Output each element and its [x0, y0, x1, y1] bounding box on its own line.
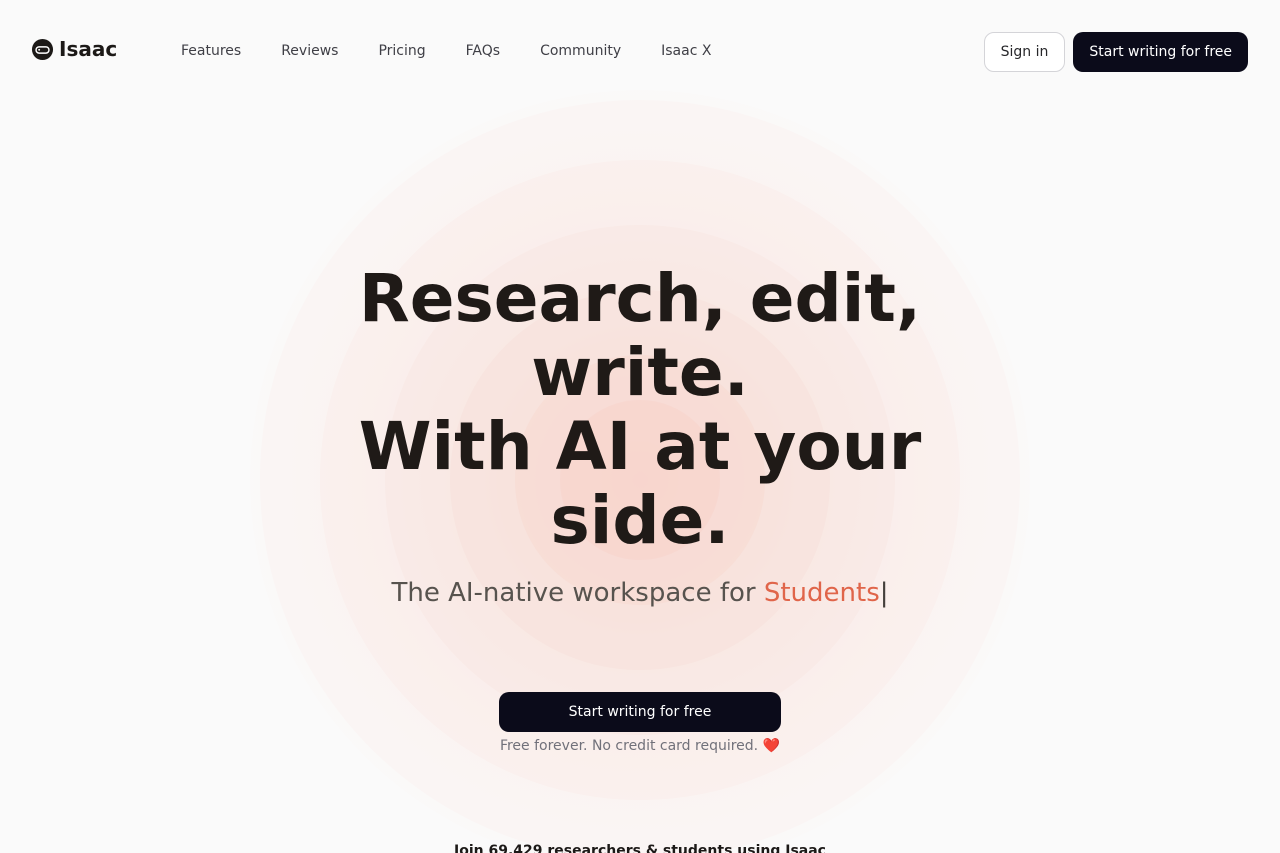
- sign-in-button[interactable]: Sign in: [983, 32, 1066, 72]
- typing-cursor: |: [879, 578, 889, 608]
- subtitle-highlight: Students: [763, 578, 880, 608]
- header-actions: Sign in Start writing for free: [983, 32, 1248, 72]
- headline-line: With AI at your: [358, 408, 922, 485]
- free-note-text: Free forever. No credit card required.: [499, 738, 759, 754]
- hero-headline: Research, edit, write. With AI at your s…: [340, 262, 940, 558]
- nav-faqs[interactable]: FAQs: [446, 41, 520, 61]
- hero-subtitle: The AI-native workspace for Students|: [0, 578, 1280, 608]
- nav-isaac-x[interactable]: Isaac X: [641, 41, 731, 61]
- isaac-robot-face-icon: [31, 38, 54, 60]
- free-note: Free forever. No credit card required. ❤…: [0, 738, 1280, 754]
- main-nav: Features Reviews Pricing FAQs Community …: [161, 41, 731, 61]
- nav-features[interactable]: Features: [161, 41, 261, 61]
- heart-icon: ❤️: [762, 738, 781, 754]
- brand-name: Isaac: [59, 37, 118, 61]
- site-header: Isaac Features Reviews Pricing FAQs Comm…: [0, 0, 1280, 104]
- landing-page: Isaac Features Reviews Pricing FAQs Comm…: [0, 0, 1280, 853]
- nav-pricing[interactable]: Pricing: [358, 41, 445, 61]
- nav-reviews[interactable]: Reviews: [261, 41, 358, 61]
- hero-start-writing-button[interactable]: Start writing for free: [499, 692, 781, 732]
- hero-section: Research, edit, write. With AI at your s…: [0, 262, 1280, 609]
- cta-section: Start writing for free Free forever. No …: [0, 692, 1280, 754]
- headline-line: side.: [550, 482, 730, 559]
- headline-line: write.: [531, 334, 749, 411]
- header-start-writing-button[interactable]: Start writing for free: [1073, 32, 1248, 72]
- nav-community[interactable]: Community: [520, 41, 641, 61]
- subtitle-prefix: The AI-native workspace for: [391, 578, 764, 608]
- headline-line: Research, edit,: [358, 260, 922, 337]
- brand-logo-link[interactable]: Isaac: [31, 37, 117, 61]
- social-proof-text: Join 69,429 researchers & students using…: [454, 843, 826, 853]
